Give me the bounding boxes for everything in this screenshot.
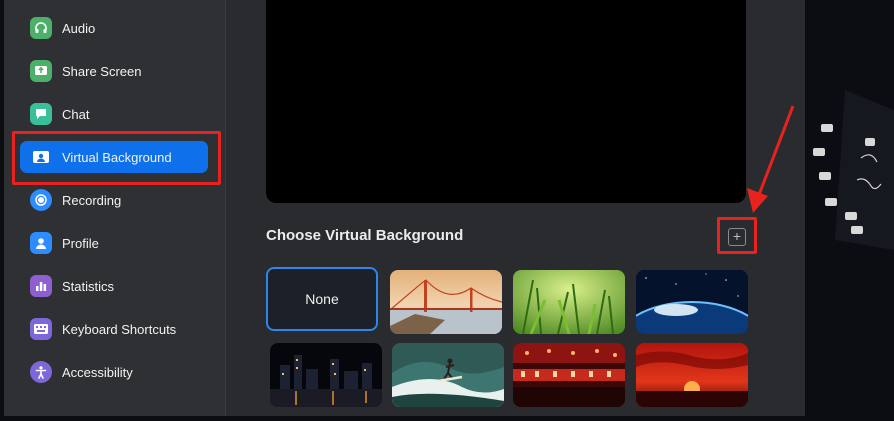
annotation-arrow-icon bbox=[747, 105, 795, 213]
desktop-background bbox=[805, 0, 894, 416]
settings-window: Audio Share Screen Chat Virtual Backgrou… bbox=[4, 0, 805, 416]
share-screen-icon bbox=[30, 60, 52, 82]
video-preview bbox=[266, 0, 746, 203]
sidebar-item-label: Statistics bbox=[62, 278, 115, 294]
accessibility-icon bbox=[30, 361, 52, 383]
sidebar-item-statistics[interactable]: Statistics bbox=[20, 270, 208, 302]
background-thumbnail-golden-gate[interactable] bbox=[390, 270, 502, 334]
sidebar-item-label: Keyboard Shortcuts bbox=[62, 321, 177, 337]
sidebar-item-share-screen[interactable]: Share Screen bbox=[20, 55, 208, 87]
sidebar-item-label: Recording bbox=[62, 192, 122, 208]
sidebar-item-label: Share Screen bbox=[62, 63, 142, 79]
sidebar-item-label: Profile bbox=[62, 235, 99, 251]
background-thumbnail-earth[interactable] bbox=[636, 270, 748, 334]
sidebar-item-label: Accessibility bbox=[62, 364, 133, 380]
guitar-headstock-image bbox=[805, 0, 894, 416]
background-thumbnail-none[interactable]: None bbox=[266, 267, 378, 331]
profile-icon bbox=[30, 232, 52, 254]
sidebar-item-label: Audio bbox=[62, 20, 96, 36]
add-button-highlight bbox=[717, 217, 757, 254]
settings-main: Choose Virtual Background + None bbox=[226, 0, 805, 416]
sidebar-item-recording[interactable]: Recording bbox=[20, 184, 208, 216]
settings-sidebar: Audio Share Screen Chat Virtual Backgrou… bbox=[4, 0, 226, 416]
sidebar-item-chat[interactable]: Chat bbox=[20, 98, 208, 130]
background-thumbnail-surfer[interactable] bbox=[392, 343, 504, 407]
record-icon bbox=[30, 189, 52, 211]
thumbnail-label: None bbox=[305, 291, 339, 307]
sidebar-item-audio[interactable]: Audio bbox=[20, 12, 208, 44]
virtual-background-highlight bbox=[12, 131, 221, 185]
background-thumbnail-city[interactable] bbox=[270, 343, 382, 407]
keyboard-icon bbox=[30, 318, 52, 340]
headphones-icon bbox=[30, 17, 52, 39]
sidebar-item-keyboard-shortcuts[interactable]: Keyboard Shortcuts bbox=[20, 313, 208, 345]
background-thumbnail-grass[interactable] bbox=[513, 270, 625, 334]
sidebar-item-profile[interactable]: Profile bbox=[20, 227, 208, 259]
chat-bubble-icon bbox=[30, 103, 52, 125]
background-thumbnail-lounge[interactable] bbox=[513, 343, 625, 407]
background-thumbnail-sunset[interactable] bbox=[636, 343, 748, 407]
sidebar-item-label: Chat bbox=[62, 106, 90, 122]
bar-chart-icon bbox=[30, 275, 52, 297]
sidebar-item-accessibility[interactable]: Accessibility bbox=[20, 356, 208, 388]
section-title: Choose Virtual Background bbox=[266, 227, 464, 244]
